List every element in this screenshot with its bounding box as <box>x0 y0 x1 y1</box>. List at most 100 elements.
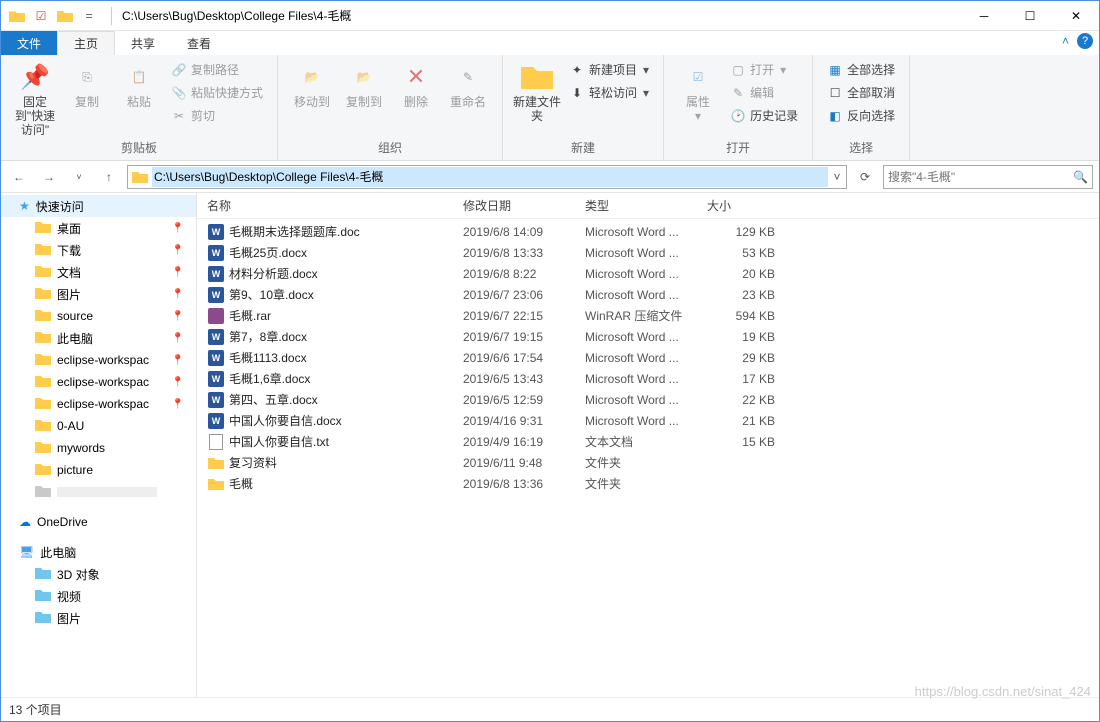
file-row[interactable]: 中国人你要自信.txt2019/4/9 16:19文本文档15 KB <box>197 431 1099 452</box>
sidebar-item[interactable]: 桌面📍 <box>1 217 196 239</box>
tab-share[interactable]: 共享 <box>115 31 171 55</box>
file-name: 毛概.rar <box>229 307 463 324</box>
onedrive-icon: ☁ <box>19 515 31 529</box>
sidebar-item[interactable]: 此电脑📍 <box>1 327 196 349</box>
tab-file[interactable]: 文件 <box>1 31 57 55</box>
search-icon[interactable]: 🔍 <box>1073 170 1088 184</box>
sidebar-item[interactable]: eclipse-workspac📍 <box>1 393 196 415</box>
sidebar-item[interactable] <box>1 481 196 503</box>
file-row[interactable]: W第7，8章.docx2019/6/7 19:15Microsoft Word … <box>197 326 1099 347</box>
col-name[interactable]: 名称 <box>207 197 463 214</box>
tab-view[interactable]: 查看 <box>171 31 227 55</box>
easy-access-button[interactable]: ⬇轻松访问▾ <box>565 82 653 103</box>
select-all-button[interactable]: ▦全部选择 <box>823 59 899 80</box>
folder-icon <box>35 440 51 457</box>
word-icon: W <box>208 392 224 408</box>
back-button[interactable]: ← <box>7 165 31 189</box>
file-row[interactable]: W第四、五章.docx2019/6/5 12:59Microsoft Word … <box>197 389 1099 410</box>
qat-dropdown-icon[interactable]: = <box>78 5 100 27</box>
copy-path-button[interactable]: 🔗复制路径 <box>167 59 267 80</box>
copy-button[interactable]: ⎘ 复制 <box>63 59 111 109</box>
file-date: 2019/6/5 13:43 <box>463 372 585 386</box>
file-row[interactable]: W毛概期末选择题题库.doc2019/6/8 14:09Microsoft Wo… <box>197 221 1099 242</box>
file-row[interactable]: W材料分析题.docx2019/6/8 8:22Microsoft Word .… <box>197 263 1099 284</box>
address-dropdown-icon[interactable]: ˅ <box>828 170 846 184</box>
sidebar-item[interactable]: 3D 对象 <box>1 563 196 585</box>
file-row[interactable]: W毛概1,6章.docx2019/6/5 13:43Microsoft Word… <box>197 368 1099 389</box>
rename-button[interactable]: ✎重命名 <box>444 59 492 109</box>
nav-pane[interactable]: ★ 快速访问 桌面📍下载📍文档📍图片📍source📍此电脑📍eclipse-wo… <box>1 193 197 721</box>
paste-shortcut-button[interactable]: 📎粘贴快捷方式 <box>167 82 267 103</box>
refresh-button[interactable]: ⟳ <box>853 165 877 189</box>
properties-button[interactable]: ☑属性▾ <box>674 59 722 123</box>
properties-checkmark-icon[interactable]: ☑ <box>30 5 52 27</box>
sidebar-item[interactable]: 文档📍 <box>1 261 196 283</box>
tab-home[interactable]: 主页 <box>57 31 115 55</box>
ribbon: 📌 固定到"快速访问" ⎘ 复制 📋 粘贴 🔗复制路径 📎粘贴快捷方式 ✂剪切 … <box>1 55 1099 161</box>
copy-to-button[interactable]: 📂复制到 <box>340 59 388 109</box>
recent-dropdown[interactable]: ˅ <box>67 165 91 189</box>
address-bar[interactable]: ˅ <box>127 165 847 189</box>
sidebar-this-pc[interactable]: 🖥此电脑 <box>1 541 196 563</box>
file-row[interactable]: W毛概1113.docx2019/6/6 17:54Microsoft Word… <box>197 347 1099 368</box>
select-none-button[interactable]: ☐全部取消 <box>823 82 899 103</box>
search-input[interactable] <box>888 170 1073 184</box>
sidebar-item[interactable]: eclipse-workspac📍 <box>1 371 196 393</box>
address-input[interactable] <box>152 167 828 187</box>
file-list[interactable]: W毛概期末选择题题库.doc2019/6/8 14:09Microsoft Wo… <box>197 219 1099 494</box>
move-to-button[interactable]: 📂移动到 <box>288 59 336 109</box>
invert-selection-button[interactable]: ◧反向选择 <box>823 105 899 126</box>
column-headers[interactable]: 名称 修改日期 类型 大小 <box>197 193 1099 219</box>
col-type[interactable]: 类型 <box>585 197 707 214</box>
paste-button[interactable]: 📋 粘贴 <box>115 59 163 109</box>
delete-button[interactable]: ✕删除 <box>392 59 440 109</box>
folder-icon <box>35 374 51 391</box>
folder-icon <box>35 286 51 303</box>
edit-button[interactable]: ✎编辑 <box>726 82 802 103</box>
maximize-button[interactable]: ☐ <box>1007 1 1053 31</box>
history-button[interactable]: 🕑历史记录 <box>726 105 802 126</box>
sidebar-item[interactable]: 视频 <box>1 585 196 607</box>
file-row[interactable]: 复习资料2019/6/11 9:48文件夹 <box>197 452 1099 473</box>
file-type: 文本文档 <box>585 433 707 450</box>
file-row[interactable]: W第9、10章.docx2019/6/7 23:06Microsoft Word… <box>197 284 1099 305</box>
sidebar-item[interactable]: 图片 <box>1 607 196 629</box>
sidebar-quick-access[interactable]: ★ 快速访问 <box>1 195 196 217</box>
file-type: 文件夹 <box>585 475 707 492</box>
search-box[interactable]: 🔍 <box>883 165 1093 189</box>
file-row[interactable]: 毛概2019/6/8 13:36文件夹 <box>197 473 1099 494</box>
sidebar-item[interactable]: eclipse-workspac📍 <box>1 349 196 371</box>
pin-to-quick-access-button[interactable]: 📌 固定到"快速访问" <box>11 59 59 137</box>
open-button[interactable]: ▢打开▾ <box>726 59 802 80</box>
sidebar-label: 快速访问 <box>36 198 84 215</box>
qat-folder-icon[interactable] <box>54 5 76 27</box>
sidebar-item[interactable]: mywords <box>1 437 196 459</box>
help-icon[interactable]: ? <box>1077 33 1093 49</box>
sidebar-item[interactable]: 0-AU <box>1 415 196 437</box>
file-row[interactable]: W毛概25页.docx2019/6/8 13:33Microsoft Word … <box>197 242 1099 263</box>
forward-button[interactable]: → <box>37 165 61 189</box>
minimize-button[interactable]: ─ <box>961 1 1007 31</box>
col-date[interactable]: 修改日期 <box>463 197 585 214</box>
file-row[interactable]: W中国人你要自信.docx2019/4/16 9:31Microsoft Wor… <box>197 410 1099 431</box>
close-button[interactable]: ✕ <box>1053 1 1099 31</box>
sidebar-item[interactable]: picture <box>1 459 196 481</box>
col-size[interactable]: 大小 <box>707 197 787 214</box>
sidebar-item[interactable]: 图片📍 <box>1 283 196 305</box>
file-date: 2019/6/5 12:59 <box>463 393 585 407</box>
sidebar-item[interactable]: 下载📍 <box>1 239 196 261</box>
group-open: ☑属性▾ ▢打开▾ ✎编辑 🕑历史记录 打开 <box>664 55 813 160</box>
file-size: 22 KB <box>707 393 787 407</box>
minimize-ribbon-icon[interactable]: ˄ <box>1062 34 1069 48</box>
address-bar-row: ← → ˅ ↑ ˅ ⟳ 🔍 <box>1 161 1099 193</box>
sidebar-item-label: 文档 <box>57 264 81 281</box>
up-button[interactable]: ↑ <box>97 165 121 189</box>
new-item-button[interactable]: ✦新建项目▾ <box>565 59 653 80</box>
file-row[interactable]: 毛概.rar2019/6/7 22:15WinRAR 压缩文件594 KB <box>197 305 1099 326</box>
sidebar-item-label: source <box>57 309 93 323</box>
new-folder-button[interactable]: 新建文件夹 <box>513 59 561 123</box>
cut-button[interactable]: ✂剪切 <box>167 105 267 126</box>
sidebar-onedrive[interactable]: ☁OneDrive <box>1 511 196 533</box>
file-date: 2019/6/7 19:15 <box>463 330 585 344</box>
sidebar-item[interactable]: source📍 <box>1 305 196 327</box>
